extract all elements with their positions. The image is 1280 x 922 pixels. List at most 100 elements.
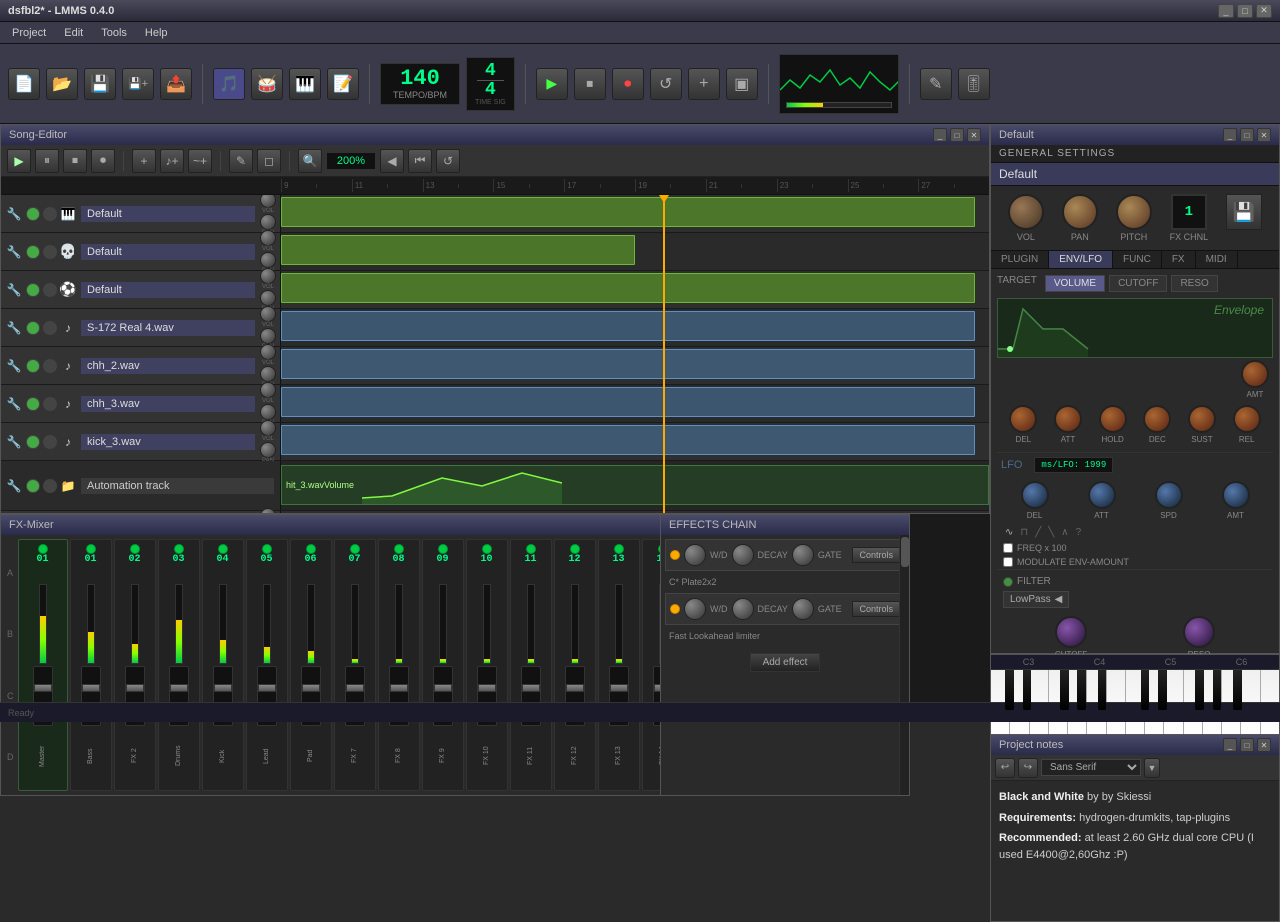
track-name-2[interactable]: Default	[81, 244, 255, 260]
lfo-shape-revsaw[interactable]: ╲	[1046, 526, 1056, 539]
track-solo-7[interactable]	[43, 435, 57, 449]
plugin-maximize[interactable]: □	[1240, 128, 1254, 142]
fx-channel-4[interactable]: 04 Kick	[202, 539, 244, 791]
notes-redo-btn[interactable]: ↪	[1018, 758, 1038, 778]
piano-roll-btn[interactable]: 🎹	[289, 68, 321, 100]
lfo-shape-custom[interactable]: ?	[1074, 526, 1084, 539]
se-stop[interactable]: ⏹	[63, 149, 87, 173]
fx-enable-5[interactable]	[262, 544, 272, 554]
notes-font-arrow[interactable]: ▼	[1144, 758, 1160, 778]
effects-scrollbar-thumb[interactable]	[901, 537, 909, 567]
se-record[interactable]: ⏺	[91, 149, 115, 173]
track-vol-knob-3[interactable]	[260, 268, 276, 284]
black-key[interactable]	[1213, 670, 1222, 710]
tab-plugin[interactable]: PLUGIN	[991, 251, 1049, 268]
lfo-spd-knob[interactable]	[1155, 481, 1183, 509]
freq-x100-checkbox[interactable]	[1003, 543, 1013, 553]
play-btn[interactable]: ▶	[536, 68, 568, 100]
track-solo-3[interactable]	[43, 283, 57, 297]
filter-type-selector[interactable]: LowPass ◀	[1003, 591, 1069, 608]
tab-envlfo[interactable]: ENV/LFO	[1049, 251, 1113, 268]
track-settings-icon-5[interactable]: 🔧	[5, 357, 23, 375]
track-pan-knob-1[interactable]	[260, 214, 276, 230]
effects-scrollbar[interactable]	[899, 535, 909, 795]
new-project-btn[interactable]: 📄	[8, 68, 40, 100]
song-editor-btn[interactable]: 🎵	[213, 68, 245, 100]
se-zoom-level[interactable]: 200%	[326, 152, 376, 170]
fx-channel-3[interactable]: 03 Drums	[158, 539, 200, 791]
timesig-display[interactable]: 4 4 TIME SIG	[466, 57, 515, 111]
target-reso[interactable]: RESO	[1171, 275, 1217, 292]
fx-enable-10[interactable]	[482, 544, 492, 554]
notes-font-select[interactable]: Sans Serif Serif Monospace	[1041, 759, 1141, 776]
fx-enable-master[interactable]	[38, 544, 48, 554]
pattern-seg[interactable]	[281, 425, 975, 455]
effect-decay-knob-2[interactable]	[732, 598, 754, 620]
render-btn[interactable]: ▣	[726, 68, 758, 100]
se-erase[interactable]: ◻	[257, 149, 281, 173]
fx-channel-6[interactable]: 06 Pad	[290, 539, 332, 791]
se-zoom-btn[interactable]: 🔍	[298, 149, 322, 173]
track-name-1[interactable]: Default	[81, 206, 255, 222]
save-instrument-btn[interactable]: 💾	[1226, 194, 1262, 230]
track-pan-knob-4[interactable]	[260, 328, 276, 344]
track-settings-icon-3[interactable]: 🔧	[5, 281, 23, 299]
minimize-btn[interactable]: _	[1218, 4, 1234, 18]
track-content-4[interactable]	[281, 309, 989, 346]
filter-cutoff-knob[interactable]	[1055, 616, 1087, 648]
target-cutoff[interactable]: CUTOFF	[1109, 275, 1167, 292]
track-vol-knob-1[interactable]	[260, 195, 276, 208]
vol-knob[interactable]	[1008, 194, 1044, 230]
track-vol-knob-5[interactable]	[260, 344, 276, 360]
fx-enable-12[interactable]	[570, 544, 580, 554]
black-key[interactable]	[1158, 670, 1167, 710]
notes-undo-btn[interactable]: ↩	[995, 758, 1015, 778]
loop-btn[interactable]: ↺	[650, 68, 682, 100]
se-maximize[interactable]: □	[950, 128, 964, 142]
track-solo-6[interactable]	[43, 397, 57, 411]
effect-gate-knob-1[interactable]	[792, 544, 814, 566]
track-vol-knob-2[interactable]	[260, 230, 276, 246]
track-pan-knob-6[interactable]	[260, 404, 276, 420]
fx-channel-7[interactable]: 07 FX 7	[334, 539, 376, 791]
close-btn[interactable]: ✕	[1256, 4, 1272, 18]
pattern-seg[interactable]	[281, 273, 975, 303]
track-settings-icon-8[interactable]: 🔧	[5, 477, 23, 495]
track-content-6[interactable]	[281, 385, 989, 422]
fx-channel-1[interactable]: 01 Bass	[70, 539, 112, 791]
modulate-env-checkbox[interactable]	[1003, 557, 1013, 567]
track-settings-icon-6[interactable]: 🔧	[5, 395, 23, 413]
black-key[interactable]	[1098, 670, 1107, 710]
env-att-knob[interactable]	[1054, 405, 1082, 433]
fx-enable-4[interactable]	[218, 544, 228, 554]
lfo-shape-saw[interactable]: ╱	[1033, 526, 1043, 539]
fx-enable-9[interactable]	[438, 544, 448, 554]
track-content-8[interactable]: hit_3.wavVolume	[281, 461, 989, 510]
fx-channel-10[interactable]: 10 FX 10	[466, 539, 508, 791]
fx-channel-13[interactable]: 13 FX 13	[598, 539, 640, 791]
fx-channel-11[interactable]: 11 FX 11	[510, 539, 552, 791]
track-name-5[interactable]: chh_2.wav	[81, 358, 255, 374]
pan-knob[interactable]	[1062, 194, 1098, 230]
fx-chnl-display[interactable]: 1	[1171, 194, 1207, 230]
plugin-minimize[interactable]: _	[1223, 128, 1237, 142]
menu-help[interactable]: Help	[137, 25, 176, 41]
fx-enable-13[interactable]	[614, 544, 624, 554]
black-key[interactable]	[1077, 670, 1086, 710]
track-mute-4[interactable]	[26, 321, 40, 335]
se-add-auto[interactable]: ~+	[188, 149, 212, 173]
fx-enable-3[interactable]	[174, 544, 184, 554]
effect-wd-knob-2[interactable]	[684, 598, 706, 620]
menu-edit[interactable]: Edit	[56, 25, 91, 41]
track-settings-icon-2[interactable]: 🔧	[5, 243, 23, 261]
add-pattern-btn[interactable]: +	[688, 68, 720, 100]
notes-maximize[interactable]: □	[1240, 738, 1254, 752]
menu-project[interactable]: Project	[4, 25, 54, 41]
se-close[interactable]: ✕	[967, 128, 981, 142]
stop-btn[interactable]: ⏹	[574, 68, 606, 100]
lfo-att-knob[interactable]	[1088, 481, 1116, 509]
pitch-knob[interactable]	[1116, 194, 1152, 230]
lfo-shape-sine[interactable]: ∿	[1003, 526, 1015, 539]
lfo-del-knob[interactable]	[1021, 481, 1049, 509]
maximize-btn[interactable]: □	[1237, 4, 1253, 18]
